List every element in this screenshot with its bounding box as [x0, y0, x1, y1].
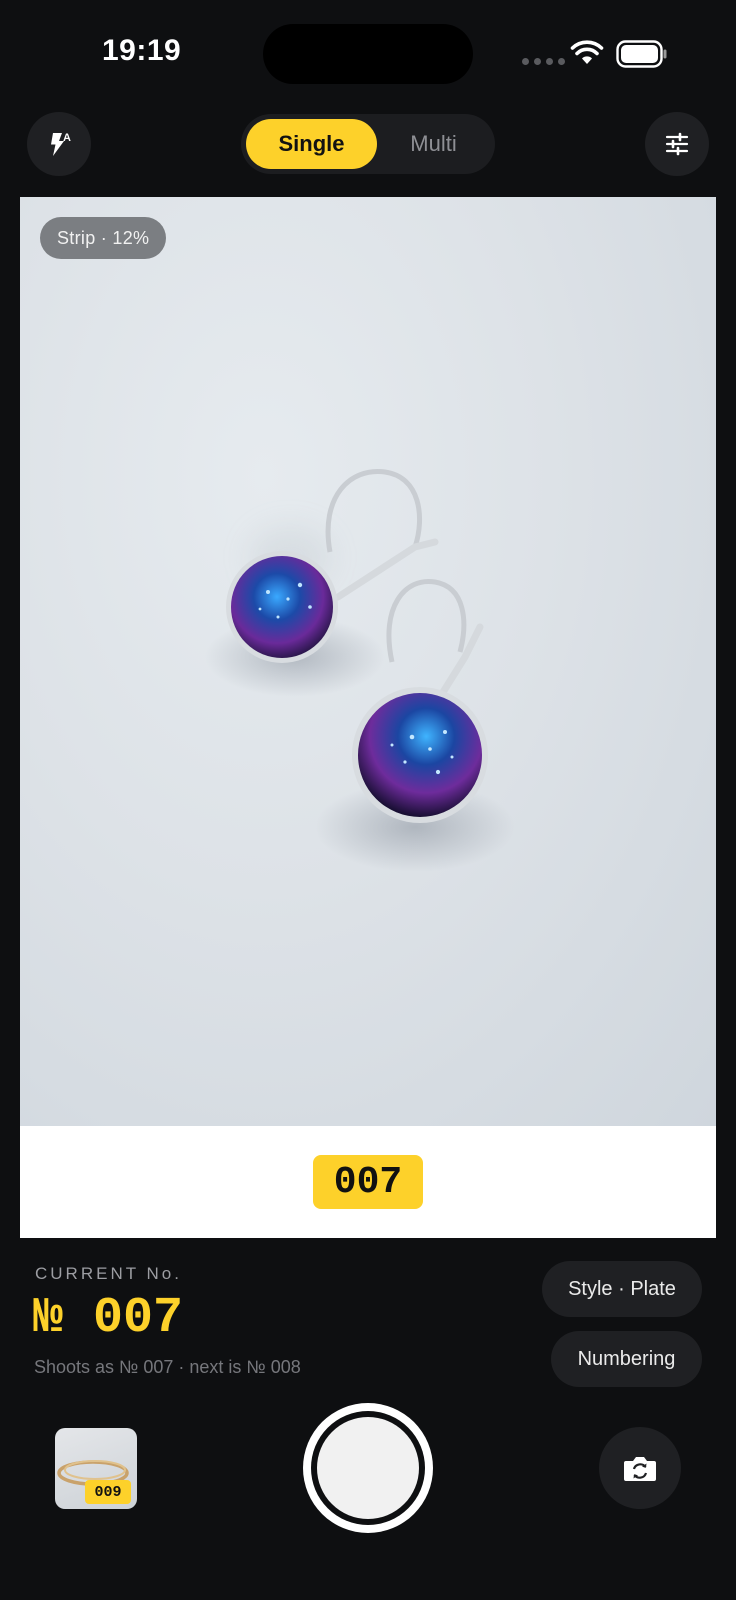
numbering-button[interactable]: Numbering: [551, 1331, 702, 1387]
svg-text:A: A: [63, 132, 71, 144]
plate-number: 007: [313, 1155, 423, 1209]
mode-multi-tab[interactable]: Multi: [377, 119, 490, 169]
camera-viewfinder[interactable]: Strip · 12%: [20, 197, 716, 1126]
number-plate-preview: 007: [20, 1126, 716, 1238]
mode-selector: Single Multi: [241, 114, 495, 174]
thumbnail-number: 009: [85, 1480, 131, 1504]
strip-badge: Strip · 12%: [40, 217, 167, 259]
status-time: 19:19: [102, 34, 182, 67]
wifi-icon: [570, 40, 604, 64]
flash-button[interactable]: A: [27, 112, 91, 176]
dynamic-island: [263, 24, 473, 84]
current-number: № 007: [33, 1290, 184, 1347]
sliders-icon: [665, 132, 689, 156]
last-photo-thumbnail[interactable]: 009: [55, 1428, 137, 1509]
earrings-photo: [205, 468, 515, 872]
cellular-signal-icon: [522, 58, 565, 65]
shutter-button[interactable]: [303, 1403, 433, 1533]
flash-auto-icon: A: [51, 132, 71, 156]
style-button[interactable]: Style · Plate: [542, 1261, 702, 1317]
mode-single-tab[interactable]: Single: [246, 119, 377, 169]
settings-button[interactable]: [645, 112, 709, 176]
flip-camera-button[interactable]: [599, 1427, 681, 1509]
current-number-label: CURRENT No.: [35, 1264, 182, 1283]
camera-flip-icon: [624, 1457, 656, 1481]
battery-icon: [616, 40, 667, 68]
current-number-subtitle: Shoots as № 007 · next is № 008: [34, 1357, 301, 1377]
